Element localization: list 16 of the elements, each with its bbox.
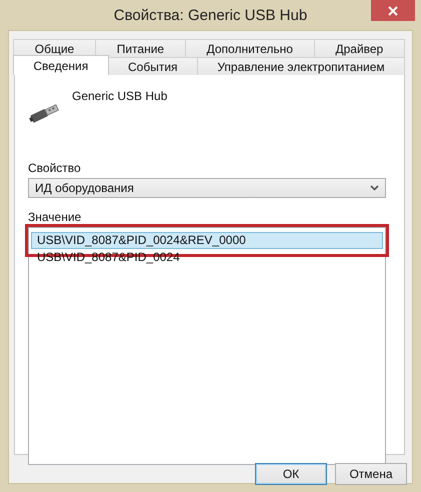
device-name: Generic USB Hub <box>72 89 168 105</box>
property-label: Свойство <box>28 161 81 175</box>
ok-button[interactable]: ОК <box>255 463 327 485</box>
close-button[interactable] <box>371 0 415 21</box>
tab[interactable]: Сведения <box>13 55 109 75</box>
tab[interactable]: Драйвер <box>314 39 405 57</box>
window-title: Свойства: Generic USB Hub <box>114 6 308 24</box>
tab[interactable]: События <box>108 57 198 75</box>
value-label: Значение <box>28 210 82 224</box>
chevron-down-icon <box>370 185 379 191</box>
tab[interactable]: Питание <box>94 39 186 57</box>
tab[interactable]: Управление электропитанием <box>196 57 406 75</box>
close-icon <box>388 6 398 16</box>
tab[interactable]: Дополнительно <box>184 39 315 57</box>
cancel-button[interactable]: Отмена <box>335 463 407 485</box>
property-dropdown[interactable]: ИД оборудования <box>28 178 386 198</box>
